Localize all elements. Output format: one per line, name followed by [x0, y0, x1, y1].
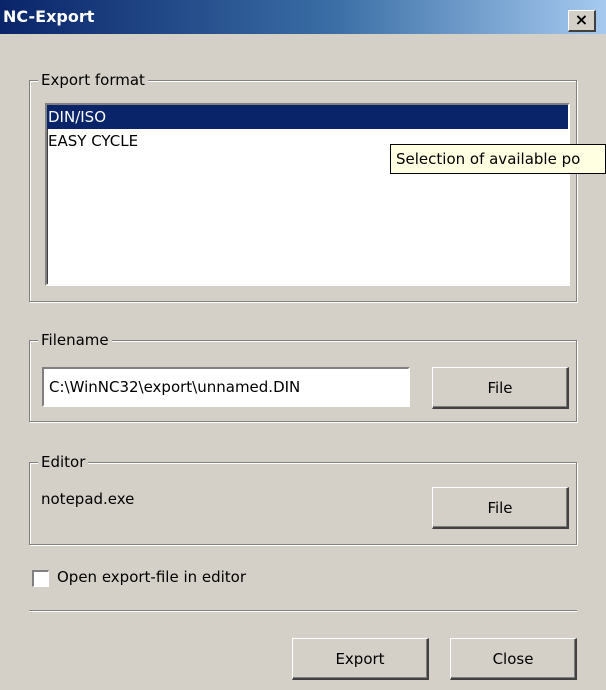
- filename-file-button[interactable]: File: [432, 367, 569, 409]
- export-format-legend: Export format: [38, 71, 148, 89]
- tooltip: Selection of available po: [390, 144, 606, 174]
- export-button-label: Export: [335, 650, 385, 668]
- window-title: NC-Export: [3, 7, 95, 26]
- export-button[interactable]: Export: [292, 638, 429, 680]
- export-format-listbox[interactable]: DIN/ISO EASY CYCLE: [45, 103, 570, 286]
- title-bar: NC-Export ×: [0, 0, 606, 34]
- editor-file-button-label: File: [487, 499, 513, 517]
- close-window-button[interactable]: ×: [568, 10, 596, 32]
- open-in-editor-checkbox[interactable]: [32, 570, 49, 587]
- close-button[interactable]: Close: [450, 638, 577, 680]
- editor-value: notepad.exe: [41, 490, 135, 508]
- open-in-editor-label: Open export-file in editor: [57, 568, 247, 586]
- filename-input[interactable]: [42, 367, 410, 407]
- close-button-label: Close: [492, 650, 534, 668]
- filename-legend: Filename: [38, 331, 112, 349]
- filename-file-button-label: File: [487, 379, 513, 397]
- separator: [29, 610, 577, 612]
- editor-file-button[interactable]: File: [432, 487, 569, 529]
- close-icon: ×: [574, 10, 589, 29]
- list-item-din-iso[interactable]: DIN/ISO: [47, 105, 568, 129]
- editor-legend: Editor: [38, 453, 89, 471]
